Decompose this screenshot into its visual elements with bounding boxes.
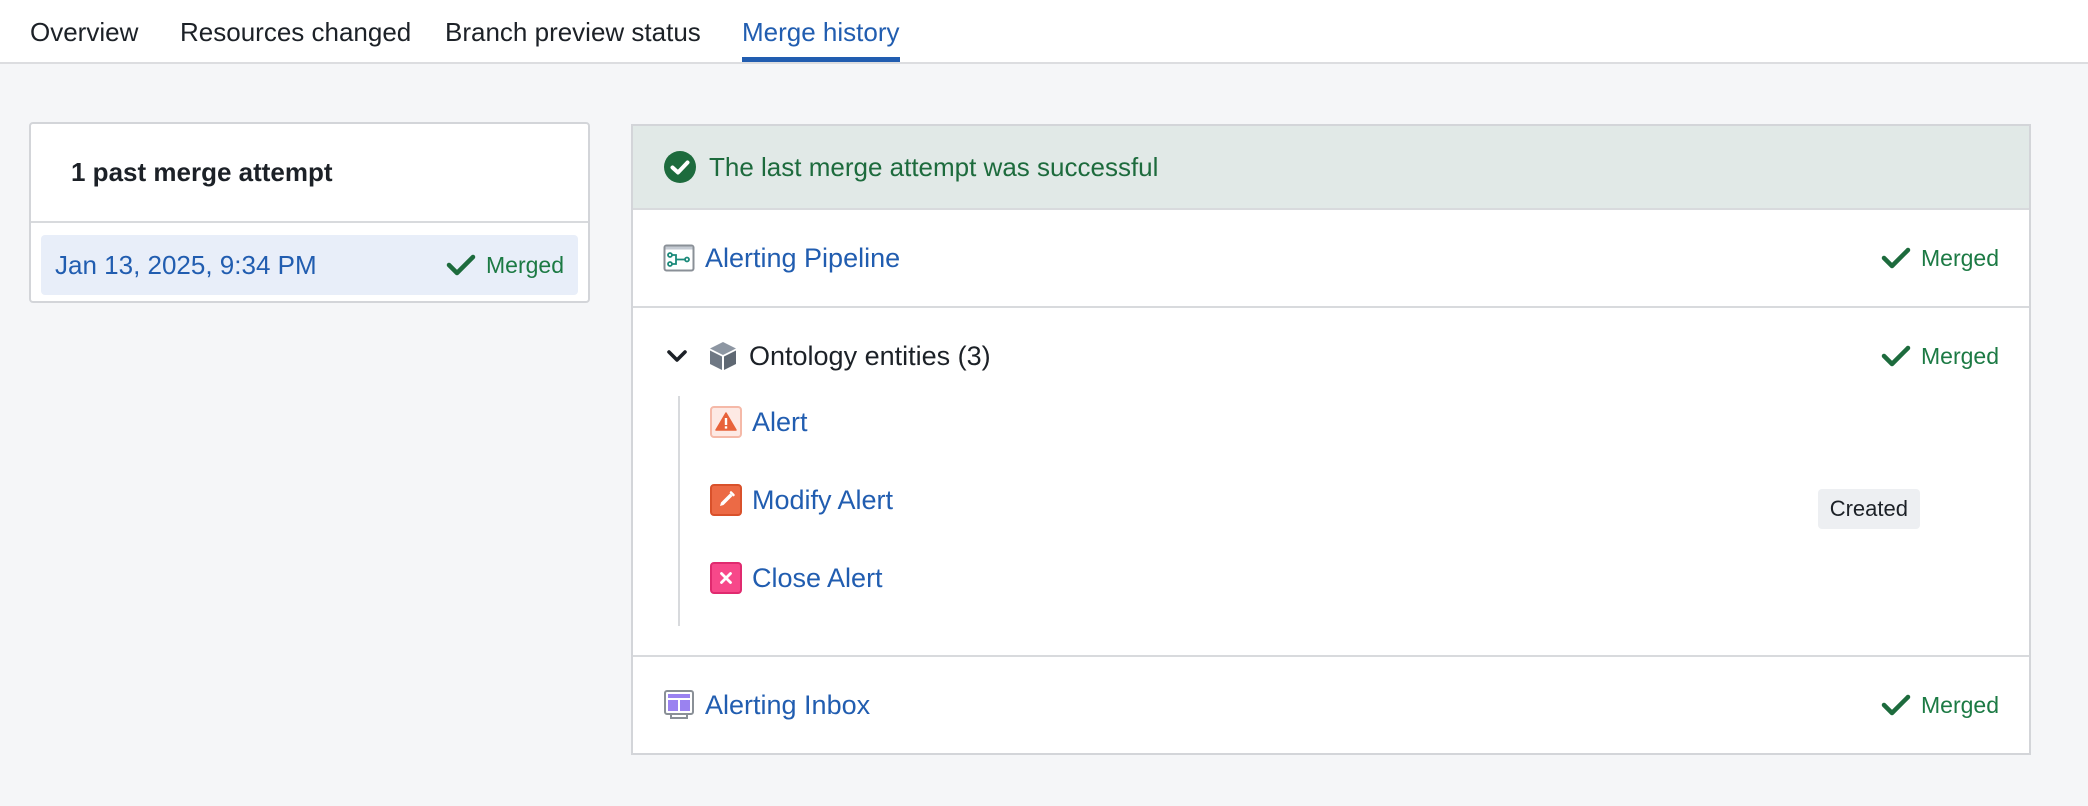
resource-group-ontology: Ontology entities (3) Merged Alert Modif… [633,308,2029,657]
pencil-icon [710,484,742,516]
status-merged: Merged [1881,343,1999,370]
status-merged: Merged [446,252,564,279]
status-label: Merged [1921,342,1999,369]
resource-name: Alerting Pipeline [705,242,901,273]
status-merged: Merged [1881,692,1999,719]
resource-link-alerting-pipeline[interactable]: Alerting Pipeline [663,242,900,274]
resource-row: Alerting Inbox Merged [633,657,2029,753]
entity-name: Close Alert [752,562,883,593]
chevron-down-icon[interactable] [663,342,691,370]
cube-icon [710,342,736,370]
ontology-group-header[interactable]: Ontology entities (3) [663,340,991,372]
ontology-group-title: Ontology entities (3) [749,340,991,371]
resource-link-alerting-inbox[interactable]: Alerting Inbox [663,689,870,721]
tab-merge-history[interactable]: Merge history [742,12,900,62]
ontology-children-list: Alert Modify Alert Created Close Alert [678,396,1980,626]
close-icon [710,562,742,594]
created-badge: Created [1817,489,1920,529]
status-merged: Merged [1881,245,1999,272]
warning-icon [710,406,742,438]
entity-name: Alert [752,406,808,437]
resource-name: Alerting Inbox [705,689,871,720]
merge-attempts-card: 1 past merge attempt Jan 13, 2025, 9:34 … [29,122,590,303]
success-banner: The last merge attempt was successful [633,126,2029,210]
check-icon [1881,345,1911,367]
tab-overview[interactable]: Overview [30,12,138,62]
tab-branch-preview-status[interactable]: Branch preview status [445,12,701,62]
merge-attempts-title: 1 past merge attempt [31,124,588,223]
merge-detail-panel: The last merge attempt was successful Al… [631,124,2031,755]
entity-name: Modify Alert [752,484,894,515]
tab-resources-changed[interactable]: Resources changed [180,12,411,62]
status-label: Merged [1921,244,1999,271]
check-icon [1881,247,1911,269]
check-circle-icon [664,151,696,183]
ontology-entity-close-alert[interactable]: Close Alert [710,562,883,594]
status-label: Merged [1921,691,1999,718]
pipeline-icon [663,244,695,272]
ontology-entity-alert[interactable]: Alert [710,406,808,438]
check-icon [446,254,476,276]
resource-row: Alerting Pipeline Merged [633,210,2029,308]
check-icon [1881,694,1911,716]
banner-text: The last merge attempt was successful [709,151,1159,182]
workshop-app-icon [664,690,694,719]
ontology-entity-modify-alert[interactable]: Modify Alert [710,484,893,516]
merge-attempt-date: Jan 13, 2025, 9:34 PM [55,249,317,280]
status-label: Merged [486,251,564,278]
merge-attempt-row[interactable]: Jan 13, 2025, 9:34 PM Merged [41,235,578,295]
tab-bar: Overview Resources changed Branch previe… [0,0,2088,64]
